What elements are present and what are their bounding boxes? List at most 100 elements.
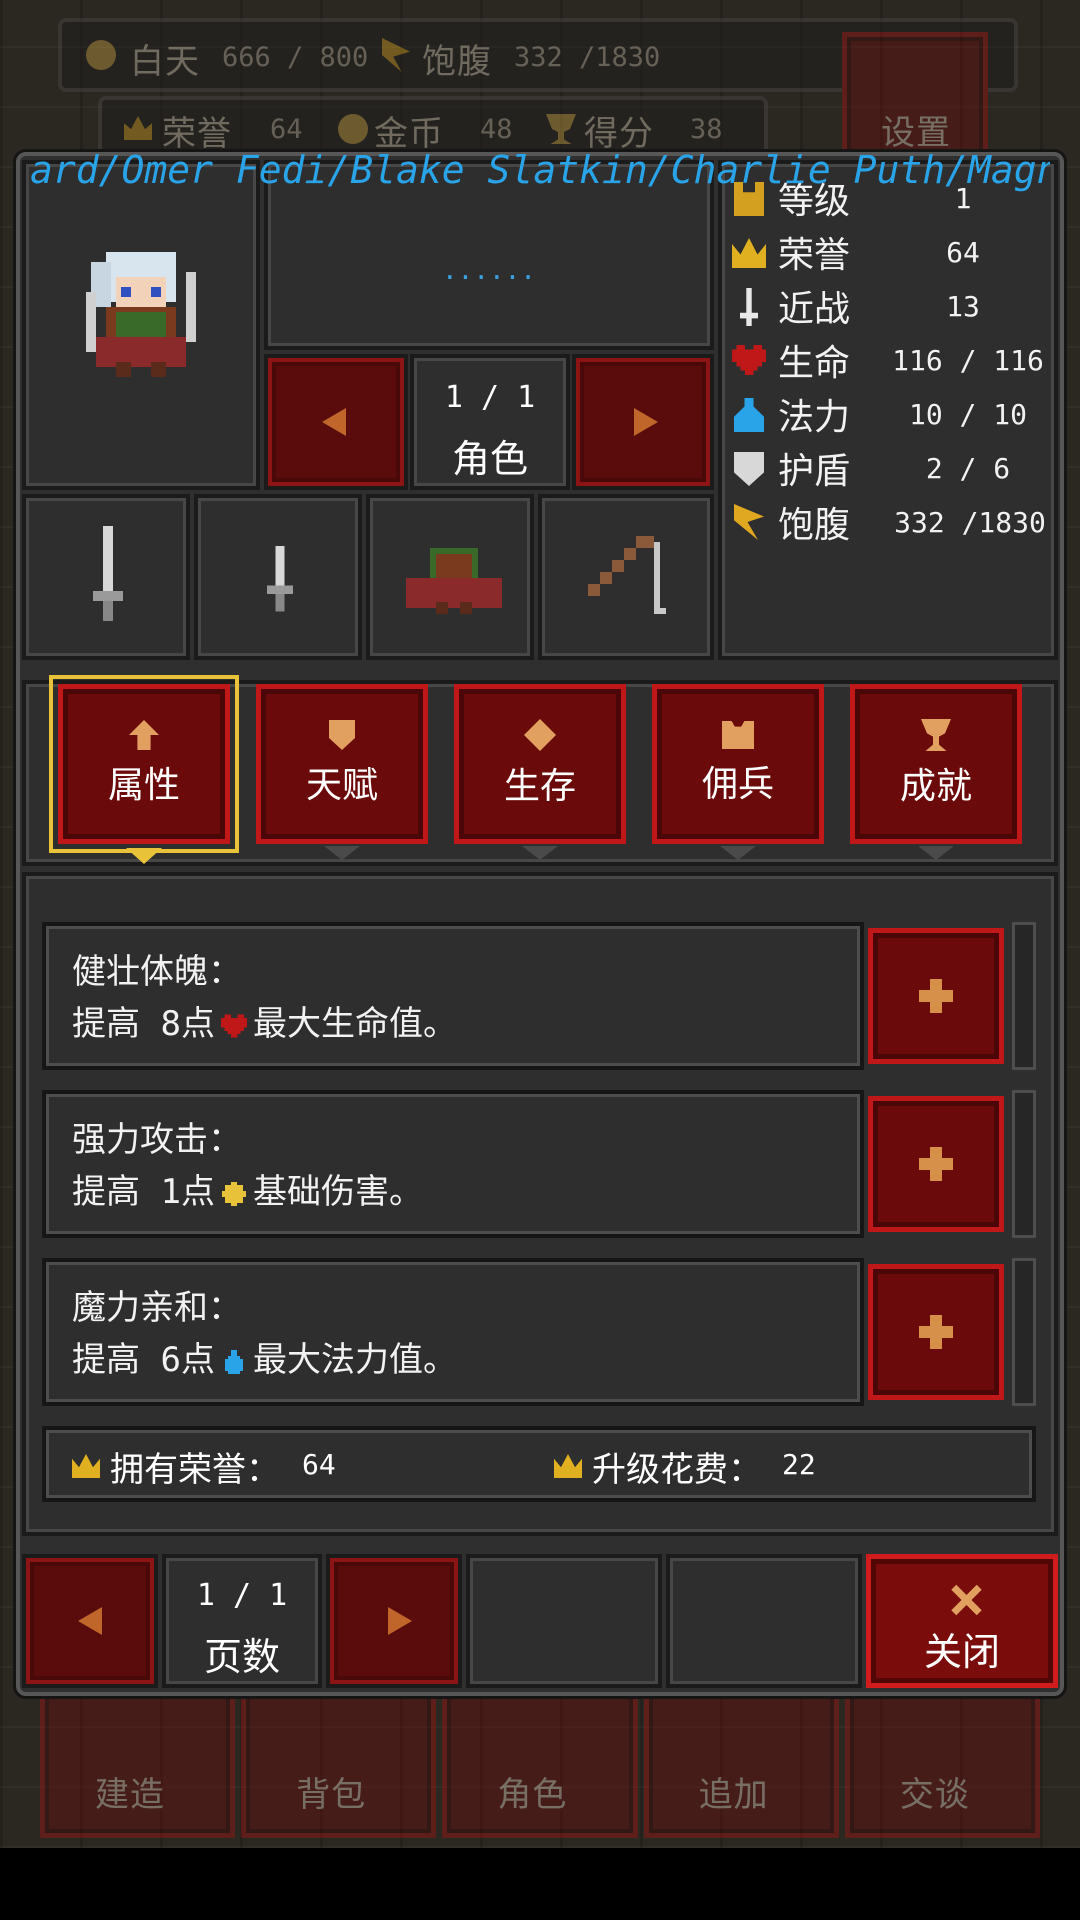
close-label: 关闭 (923, 1630, 1000, 1674)
nav-talk-label: 交谈 (899, 1775, 970, 1815)
attribute-row-mana: 魔力亲和： 提高 6点 最大法力值。 (42, 1258, 864, 1406)
row-edge (1012, 1258, 1036, 1406)
stat-value: 2 / 6 (925, 452, 1011, 485)
stats-list: 等级 1 荣誉 64 近战 13 生命 116 / 116 法力 10 / 10… (730, 172, 1050, 552)
page-next-button[interactable] (326, 1554, 462, 1688)
close-button[interactable]: 关闭 (866, 1554, 1058, 1688)
empty-slot (666, 1554, 862, 1688)
armor-icon (722, 721, 754, 749)
tab-mercenaries[interactable]: 佣兵 (652, 684, 824, 844)
arrow-right-icon (388, 1607, 412, 1635)
stat-label: 护盾 (778, 451, 851, 492)
upgrade-cost-label: 升级花费： (592, 1450, 762, 1490)
nav-extra-label: 追加 (698, 1775, 769, 1815)
stat-value: 332 /1830 (894, 506, 1046, 539)
stat-value: 116 / 116 (892, 344, 1044, 377)
nav-build-button[interactable]: 建造 (40, 1690, 236, 1838)
day-value: 666 / 800 (222, 42, 369, 73)
hunger-label: 饱腹 (422, 42, 492, 82)
coin-icon (338, 114, 368, 144)
stat-value: 13 (946, 290, 980, 323)
attribute-prefix: 提高 6点 (72, 1340, 215, 1380)
hunger-value: 332 /1830 (514, 42, 661, 73)
heart-icon (220, 1014, 247, 1037)
damage-icon (221, 1181, 246, 1206)
nav-talk-button[interactable]: 交谈 (844, 1690, 1041, 1838)
close-icon (951, 1584, 982, 1616)
equip-slot-tool[interactable] (538, 494, 714, 660)
sun-icon (86, 40, 116, 70)
shield-icon (329, 720, 355, 750)
honor-value: 64 (270, 114, 303, 145)
stat-row-health: 生命 116 / 116 (730, 334, 1050, 388)
character-portrait (86, 252, 196, 377)
character-next-button[interactable] (572, 354, 714, 490)
crown-icon (554, 1454, 582, 1478)
arrow-right-icon (634, 408, 658, 436)
attribute-prefix: 提高 8点 (72, 1004, 215, 1044)
potion-icon (734, 398, 764, 432)
attribute-row-vitality: 健壮体魄： 提高 8点 最大生命值。 (42, 922, 864, 1070)
shield-icon (734, 452, 764, 486)
attribute-suffix: 最大生命值。 (252, 1004, 457, 1044)
day-label: 白天 (130, 42, 200, 82)
equip-slot-armor[interactable] (366, 494, 534, 660)
tab-survival[interactable]: 生存 (454, 684, 626, 844)
nav-extra-button[interactable]: 追加 (643, 1690, 839, 1838)
attribute-desc: 提高 6点 最大法力值。 (72, 1334, 457, 1386)
arrow-up-icon (129, 720, 159, 750)
stat-value: 10 / 10 (908, 398, 1027, 431)
row-edge (1012, 922, 1036, 1070)
page-number: 1 / 1 (196, 1578, 288, 1613)
tab-talents[interactable]: 天赋 (256, 684, 428, 844)
tab-attributes[interactable]: 属性 (49, 675, 239, 853)
trophy-icon (921, 719, 951, 751)
stat-label: 近战 (778, 289, 851, 330)
attribute-desc: 提高 8点 最大生命值。 (72, 998, 457, 1050)
tab-label: 属性 (107, 765, 180, 806)
trophy-icon (546, 114, 576, 144)
equip-slot-weapon[interactable] (22, 494, 190, 660)
armor-icon (406, 548, 502, 614)
tab-label: 生存 (503, 766, 576, 807)
tab-label: 佣兵 (701, 764, 774, 805)
diamond-icon (524, 719, 556, 751)
bottom-letterbox (0, 1848, 1080, 1920)
nav-backpack-label: 背包 (296, 1775, 367, 1815)
plus-icon (919, 979, 953, 1013)
heart-icon (732, 345, 766, 375)
nav-backpack-button[interactable]: 背包 (241, 1690, 437, 1838)
score-value: 38 (690, 114, 723, 145)
bottom-nav: 建造 背包 角色 追加 交谈 (40, 1690, 1041, 1838)
attribute-prefix: 提高 1点 (72, 1172, 215, 1212)
upgrade-power-button[interactable] (868, 1096, 1004, 1232)
hunger-icon (382, 38, 410, 72)
hunger-icon (734, 504, 764, 540)
plus-icon (919, 1147, 953, 1181)
stat-label: 法力 (778, 397, 851, 438)
character-prev-button[interactable] (264, 354, 408, 490)
tab-achievements[interactable]: 成就 (850, 684, 1022, 844)
settings-button[interactable]: 设置 (842, 32, 988, 162)
page-prev-button[interactable] (22, 1554, 158, 1688)
rod-icon (588, 536, 666, 614)
nav-character-label: 角色 (497, 1775, 568, 1815)
sword-icon (93, 526, 123, 621)
character-page-number: 1 / 1 (444, 380, 536, 415)
page-box: 1 / 1 页数 (162, 1554, 322, 1688)
nav-character-button[interactable]: 角色 (442, 1690, 638, 1838)
plus-icon (919, 1315, 953, 1349)
page-label: 页数 (203, 1635, 280, 1679)
dagger-icon (266, 546, 294, 612)
nav-build-label: 建造 (95, 1775, 165, 1815)
honor-owned-label: 拥有荣誉： (110, 1450, 280, 1490)
tab-label: 天赋 (305, 765, 378, 806)
sword-icon (740, 288, 758, 326)
attribute-title: 健壮体魄： (72, 952, 242, 992)
attribute-row-power: 强力攻击： 提高 1点 基础伤害。 (42, 1090, 864, 1238)
upgrade-mana-button[interactable] (868, 1264, 1004, 1400)
settings-label: 设置 (881, 113, 951, 153)
honor-owned-value: 64 (302, 1448, 336, 1481)
equip-slot-offhand[interactable] (194, 494, 362, 660)
upgrade-vitality-button[interactable] (868, 928, 1004, 1064)
